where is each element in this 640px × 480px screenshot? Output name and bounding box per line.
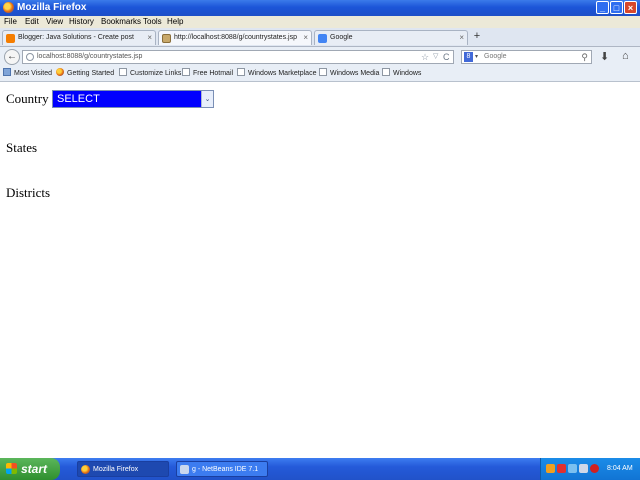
page-icon [237, 68, 245, 76]
tray-alert-icon[interactable] [590, 464, 599, 473]
country-select[interactable]: SELECT ⌄ [52, 90, 214, 108]
download-icon[interactable]: ⬇ [600, 50, 609, 64]
menu-bookmarks[interactable]: Bookmarks [101, 16, 141, 28]
menu-bar: File Edit View History Bookmarks Tools H… [0, 16, 640, 28]
folder-icon [3, 68, 11, 76]
tray-volume-icon[interactable] [579, 464, 588, 473]
menu-help[interactable]: Help [167, 16, 183, 28]
search-engine-icon[interactable]: 8 [464, 52, 473, 62]
close-button[interactable]: × [624, 1, 637, 14]
bookmark-getting-started[interactable]: Getting Started [56, 67, 114, 81]
bookmark-windows[interactable]: Windows [382, 67, 421, 81]
window-title-bar[interactable]: Mozilla Firefox _ □ × [0, 0, 640, 16]
new-tab-button[interactable]: + [470, 30, 484, 44]
menu-history[interactable]: History [69, 16, 94, 28]
bookmark-label: Windows Marketplace [248, 70, 317, 77]
bookmark-label: Customize Links [130, 70, 182, 77]
taskbar: start Mozilla Firefox g - NetBeans IDE 7… [0, 458, 640, 480]
menu-edit[interactable]: Edit [25, 16, 39, 28]
tab-label: Blogger: Java Solutions - Create post [18, 34, 134, 41]
bookmarks-bar: Most Visited Getting Started Customize L… [0, 67, 640, 82]
bookmark-windows-media[interactable]: Windows Media [319, 67, 379, 81]
url-text[interactable]: localhost:8088/g/countrystates.jsp [37, 51, 142, 63]
search-bar[interactable]: 8 ▾ Google ⚲ [461, 50, 592, 64]
page-icon [182, 68, 190, 76]
search-engine-dropdown-icon[interactable]: ▾ [475, 51, 478, 63]
menu-file[interactable]: File [4, 16, 17, 28]
bookmark-most-visited[interactable]: Most Visited [3, 67, 52, 81]
bookmark-star-icon[interactable]: ☆ [421, 51, 429, 63]
tab-close-icon[interactable]: × [303, 31, 308, 45]
tab-close-icon[interactable]: × [459, 31, 464, 45]
bookmark-free-hotmail[interactable]: Free Hotmail [182, 67, 233, 81]
tab-label: http://localhost:8088/g/countrystates.js… [174, 34, 297, 41]
google-icon [318, 34, 327, 43]
back-button[interactable]: ← [4, 49, 20, 65]
firefox-icon [81, 465, 90, 474]
reload-icon[interactable]: C [443, 51, 450, 63]
page-icon [162, 34, 171, 43]
page-icon [382, 68, 390, 76]
window-title: Mozilla Firefox [17, 2, 87, 13]
chevron-down-icon[interactable]: ⌄ [201, 91, 213, 107]
taskbar-item-label: Mozilla Firefox [93, 466, 139, 473]
tray-security-icon[interactable] [557, 464, 566, 473]
netbeans-icon [180, 465, 189, 474]
history-dropdown-icon[interactable]: ▽ [433, 51, 438, 63]
start-label: start [21, 462, 48, 476]
menu-tools[interactable]: Tools [143, 16, 162, 28]
country-select-value: SELECT [57, 93, 100, 105]
minimize-button[interactable]: _ [596, 1, 609, 14]
tab-google[interactable]: Google × [314, 30, 468, 45]
firefox-logo-icon [3, 2, 14, 13]
start-button[interactable]: start [0, 458, 60, 480]
tab-countrystates[interactable]: http://localhost:8088/g/countrystates.js… [158, 30, 312, 45]
districts-label: Districts [6, 185, 51, 200]
taskbar-item-label: g - NetBeans IDE 7.1 [192, 466, 259, 473]
bookmark-windows-marketplace[interactable]: Windows Marketplace [237, 67, 316, 81]
tab-blogger[interactable]: Blogger: Java Solutions - Create post × [2, 30, 156, 45]
page-icon [119, 68, 127, 76]
maximize-button[interactable]: □ [610, 1, 623, 14]
bookmark-label: Most Visited [14, 70, 52, 77]
tray-network-icon[interactable] [568, 464, 577, 473]
tab-close-icon[interactable]: × [147, 31, 152, 45]
search-input[interactable]: Google [484, 51, 507, 63]
url-bar[interactable]: localhost:8088/g/countrystates.jsp ☆ ▽ C [22, 50, 454, 64]
bookmark-label: Free Hotmail [193, 70, 234, 77]
home-icon[interactable]: ⌂ [622, 49, 629, 63]
states-label: States [6, 140, 38, 155]
navigation-bar: ← localhost:8088/g/countrystates.jsp ☆ ▽… [0, 47, 640, 67]
system-tray: 8:04 AM [540, 458, 640, 480]
bookmark-label: Getting Started [67, 70, 115, 77]
page-content: Country SELECT ⌄ States Districts [0, 82, 640, 458]
taskbar-item-firefox[interactable]: Mozilla Firefox [77, 461, 169, 477]
blogger-icon [6, 34, 15, 43]
bookmark-label: Windows [393, 70, 422, 77]
globe-icon [26, 53, 34, 61]
clock[interactable]: 8:04 AM [607, 458, 633, 480]
tab-label: Google [330, 34, 353, 41]
bookmark-label: Windows Media [330, 70, 380, 77]
bookmark-customize-links[interactable]: Customize Links [119, 67, 181, 81]
search-icon[interactable]: ⚲ [581, 51, 588, 63]
windows-logo-icon [6, 463, 17, 474]
country-label: Country [6, 91, 49, 106]
taskbar-item-netbeans[interactable]: g - NetBeans IDE 7.1 [176, 461, 268, 477]
page-icon [319, 68, 327, 76]
tab-strip: Blogger: Java Solutions - Create post × … [0, 28, 640, 47]
firefox-icon [56, 68, 64, 76]
tray-app-icon[interactable] [546, 464, 555, 473]
menu-view[interactable]: View [46, 16, 63, 28]
